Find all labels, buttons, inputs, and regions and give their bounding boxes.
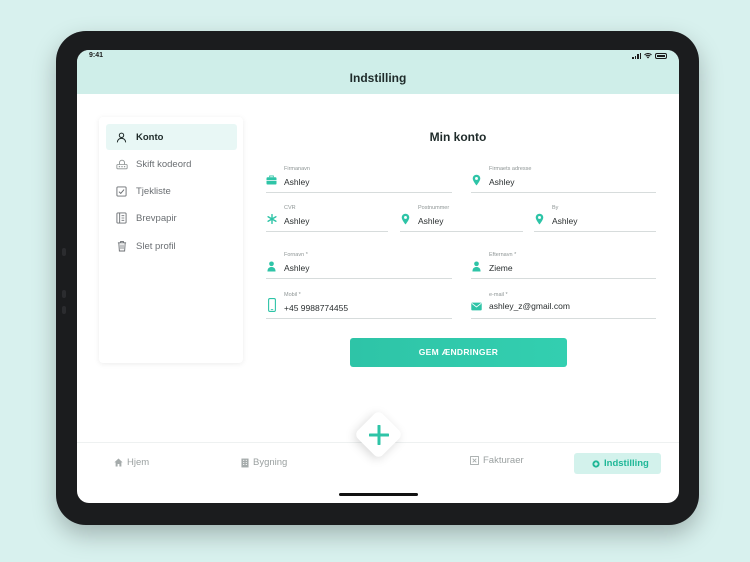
invoice-icon — [470, 456, 479, 465]
field-label: Fornavn * — [284, 252, 308, 258]
sidebar-item-label: Konto — [136, 131, 164, 143]
field-value: Ashley — [418, 216, 444, 226]
sidebar-item-label: Slet profil — [136, 240, 176, 252]
status-bar: 9:41 — [77, 50, 679, 63]
password-icon — [115, 158, 128, 171]
field-value: +45 9988774455 — [284, 303, 349, 313]
status-time: 9:41 — [89, 52, 104, 59]
field-value: Ashley — [284, 177, 310, 187]
settings-icon — [591, 459, 600, 468]
field-label: e-mail * — [489, 292, 508, 298]
settings-sidebar: Konto Skift kodeord Tjekliste Brevpapir … — [99, 117, 243, 363]
page-title: Indstilling — [349, 71, 407, 85]
field-value: Zieme — [489, 263, 513, 273]
person-icon — [471, 260, 482, 272]
field-value: ashley_z@gmail.com — [489, 301, 570, 311]
mobile-field[interactable]: Mobil * +45 9988774455 — [266, 289, 452, 319]
plus-icon — [364, 420, 393, 449]
nav-item-label: Hjem — [127, 457, 150, 468]
status-icons — [632, 52, 667, 59]
company-address-field[interactable]: Firmaets adresse Ashley — [471, 163, 656, 193]
device-side-button — [62, 290, 66, 298]
sidebar-item-slet-profil[interactable]: Slet profil — [106, 233, 237, 259]
sidebar-item-konto[interactable]: Konto — [106, 124, 237, 150]
phone-icon — [266, 298, 277, 312]
sidebar-item-label: Skift kodeord — [136, 158, 192, 170]
field-label: Firmaets adresse — [489, 166, 532, 172]
nav-item-bygning[interactable]: Bygning — [240, 457, 287, 468]
sidebar-item-label: Brevpapir — [136, 212, 177, 224]
battery-icon — [655, 52, 667, 59]
location-pin-icon — [534, 213, 545, 225]
sidebar-item-tjekliste[interactable]: Tjekliste — [106, 178, 237, 204]
home-icon — [114, 458, 123, 467]
device-side-button — [62, 248, 66, 256]
person-icon — [266, 260, 277, 272]
location-pin-icon — [471, 174, 482, 186]
last-name-field[interactable]: Efternavn * Zieme — [471, 249, 656, 279]
asterisk-icon — [266, 213, 277, 225]
field-label: By — [552, 205, 559, 211]
field-label: Mobil * — [284, 292, 301, 298]
field-value: Ashley — [552, 216, 578, 226]
field-label: CVR — [284, 205, 296, 211]
email-field[interactable]: e-mail * ashley_z@gmail.com — [471, 289, 656, 319]
postal-code-field[interactable]: Postnummer Ashley — [400, 202, 523, 232]
form-title: Min konto — [429, 130, 487, 144]
app-header: Indstilling — [77, 63, 679, 94]
save-changes-button[interactable]: GEM ÆNDRINGER — [350, 338, 567, 367]
field-value: Ashley — [284, 263, 310, 273]
sidebar-item-skift-kodeord[interactable]: Skift kodeord — [106, 151, 237, 177]
user-icon — [115, 131, 128, 144]
building-icon — [240, 458, 249, 467]
field-value: Ashley — [284, 216, 310, 226]
field-label: Postnummer — [418, 205, 450, 211]
sidebar-item-label: Tjekliste — [136, 185, 171, 197]
field-value: Ashley — [489, 177, 515, 187]
app-screen: 9:41 Indstilling Konto Skift kodeord Tje… — [77, 50, 679, 503]
city-field[interactable]: By Ashley — [534, 202, 656, 232]
home-indicator — [339, 493, 418, 496]
letterhead-icon — [115, 212, 128, 225]
nav-item-label: Fakturaer — [483, 455, 524, 466]
nav-item-label: Indstilling — [604, 458, 649, 469]
nav-item-fakturaer[interactable]: Fakturaer — [470, 455, 524, 466]
signal-icon — [632, 52, 641, 59]
device-side-button — [62, 306, 66, 314]
nav-item-indstilling[interactable]: Indstilling — [574, 453, 661, 474]
trash-icon — [115, 240, 128, 253]
location-pin-icon — [400, 213, 411, 225]
sidebar-item-brevpapir[interactable]: Brevpapir — [106, 205, 237, 231]
cvr-field[interactable]: CVR Ashley — [266, 202, 388, 232]
nav-item-hjem[interactable]: Hjem — [114, 457, 149, 468]
field-label: Efternavn * — [489, 252, 517, 258]
company-name-field[interactable]: Firmanavn Ashley — [266, 163, 452, 193]
briefcase-icon — [266, 174, 277, 186]
checklist-icon — [115, 185, 128, 198]
nav-item-label: Bygning — [253, 457, 288, 468]
first-name-field[interactable]: Fornavn * Ashley — [266, 249, 452, 279]
field-label: Firmanavn — [284, 166, 310, 172]
envelope-icon — [471, 300, 482, 312]
wifi-icon — [644, 52, 652, 58]
